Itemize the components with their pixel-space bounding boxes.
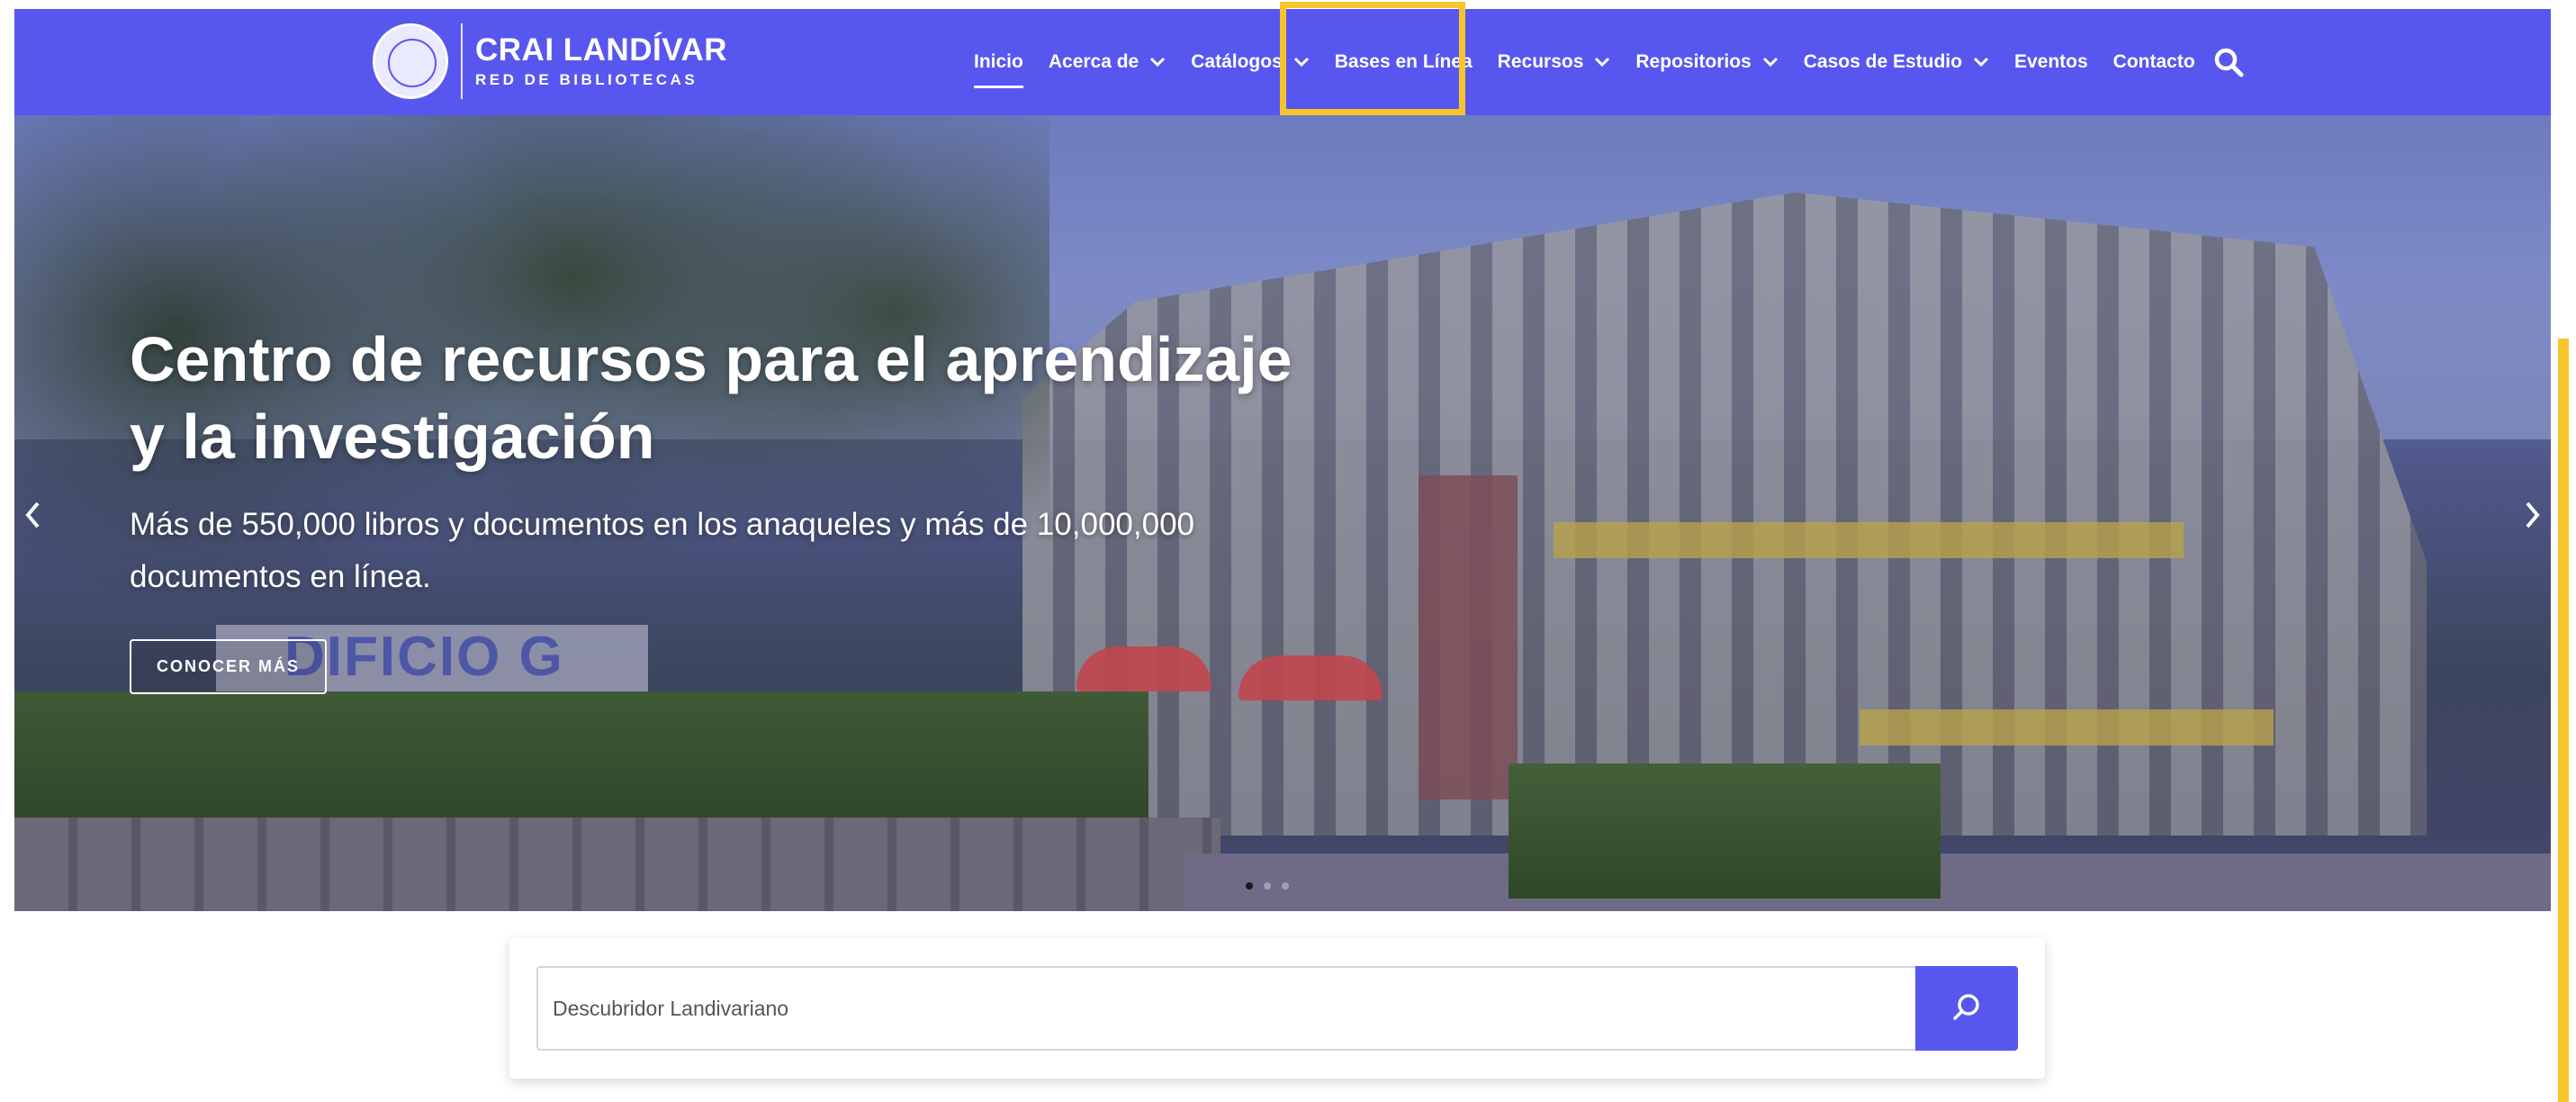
nav-item-label: Recursos: [1497, 51, 1584, 72]
search-card: [509, 938, 2045, 1079]
university-seal-icon: [373, 23, 448, 99]
nav-item-inicio[interactable]: Inicio: [961, 9, 1036, 115]
chevron-down-icon: [1149, 57, 1166, 68]
nav-item-bases-en-linea[interactable]: Bases en Línea: [1322, 9, 1485, 115]
search-icon[interactable]: [2213, 9, 2244, 115]
brick-wall-image: [1419, 475, 1518, 799]
brand-text: CRAI LANDÍVAR RED DE BIBLIOTECAS: [475, 33, 727, 89]
main-nav: Inicio Acerca de Catálogos Bases en Líne…: [961, 9, 2244, 115]
stone-wall-image: [14, 817, 1220, 911]
nav-item-acerca-de[interactable]: Acerca de: [1036, 9, 1178, 115]
hero-title-line: Centro de recursos para el aprendizaje: [130, 324, 1293, 394]
nav-item-label: Contacto: [2112, 51, 2195, 72]
carousel-dot[interactable]: [1264, 882, 1271, 890]
nav-item-contacto[interactable]: Contacto: [2101, 9, 2208, 115]
hedge-image: [1509, 763, 1941, 899]
hero-content: Centro de recursos para el aprendizaje y…: [130, 321, 1300, 694]
yellow-window-band: [1860, 709, 2274, 745]
hero-description: Más de 550,000 libros y documentos en lo…: [130, 507, 1194, 594]
carousel-dots: [1246, 882, 1289, 890]
nav-item-label: Bases en Línea: [1334, 51, 1473, 72]
brand-logo-link[interactable]: CRAI LANDÍVAR RED DE BIBLIOTECAS: [373, 16, 727, 106]
search-button[interactable]: [1915, 966, 2018, 1051]
edge-highlight: [2558, 339, 2569, 1102]
carousel-prev-arrow-icon[interactable]: [14, 488, 50, 542]
search-icon: [1950, 991, 1983, 1026]
hero-carousel: DIFICIO G Centro de recursos para el apr…: [14, 115, 2551, 911]
nav-item-label: Catálogos: [1191, 51, 1283, 72]
chevron-down-icon: [1762, 57, 1779, 68]
nav-item-catalogos[interactable]: Catálogos: [1178, 9, 1322, 115]
nav-item-label: Casos de Estudio: [1803, 51, 1962, 72]
brand-divider: [461, 23, 463, 99]
chevron-down-icon: [1973, 57, 1989, 68]
nav-item-label: Eventos: [2013, 51, 2088, 72]
hero-title-line: y la investigación: [130, 402, 655, 472]
chevron-down-icon: [1594, 57, 1610, 68]
site-header: CRAI LANDÍVAR RED DE BIBLIOTECAS Inicio …: [14, 9, 2551, 115]
hedge-image: [14, 691, 1148, 836]
yellow-window-band: [1554, 522, 2184, 558]
brand-title: CRAI LANDÍVAR: [475, 32, 728, 68]
chevron-down-icon: [1293, 57, 1310, 68]
nav-item-label: Repositorios: [1635, 51, 1752, 72]
nav-item-repositorios[interactable]: Repositorios: [1623, 9, 1790, 115]
carousel-dot[interactable]: [1282, 882, 1289, 890]
nav-item-eventos[interactable]: Eventos: [2002, 9, 2101, 115]
carousel-dot[interactable]: [1246, 882, 1253, 890]
search-input[interactable]: [536, 966, 1917, 1051]
nav-item-recursos[interactable]: Recursos: [1485, 9, 1624, 115]
page: CRAI LANDÍVAR RED DE BIBLIOTECAS Inicio …: [0, 0, 2576, 1102]
hero-title: Centro de recursos para el aprendizaje y…: [130, 321, 1300, 475]
conocer-mas-button[interactable]: CONOCER MÁS: [130, 639, 328, 694]
carousel-next-arrow-icon[interactable]: [2515, 488, 2551, 542]
nav-item-label: Inicio: [974, 51, 1023, 72]
nav-item-label: Acerca de: [1048, 51, 1139, 72]
brand-subtitle: RED DE BIBLIOTECAS: [475, 71, 698, 88]
nav-item-casos-de-estudio[interactable]: Casos de Estudio: [1791, 9, 2002, 115]
